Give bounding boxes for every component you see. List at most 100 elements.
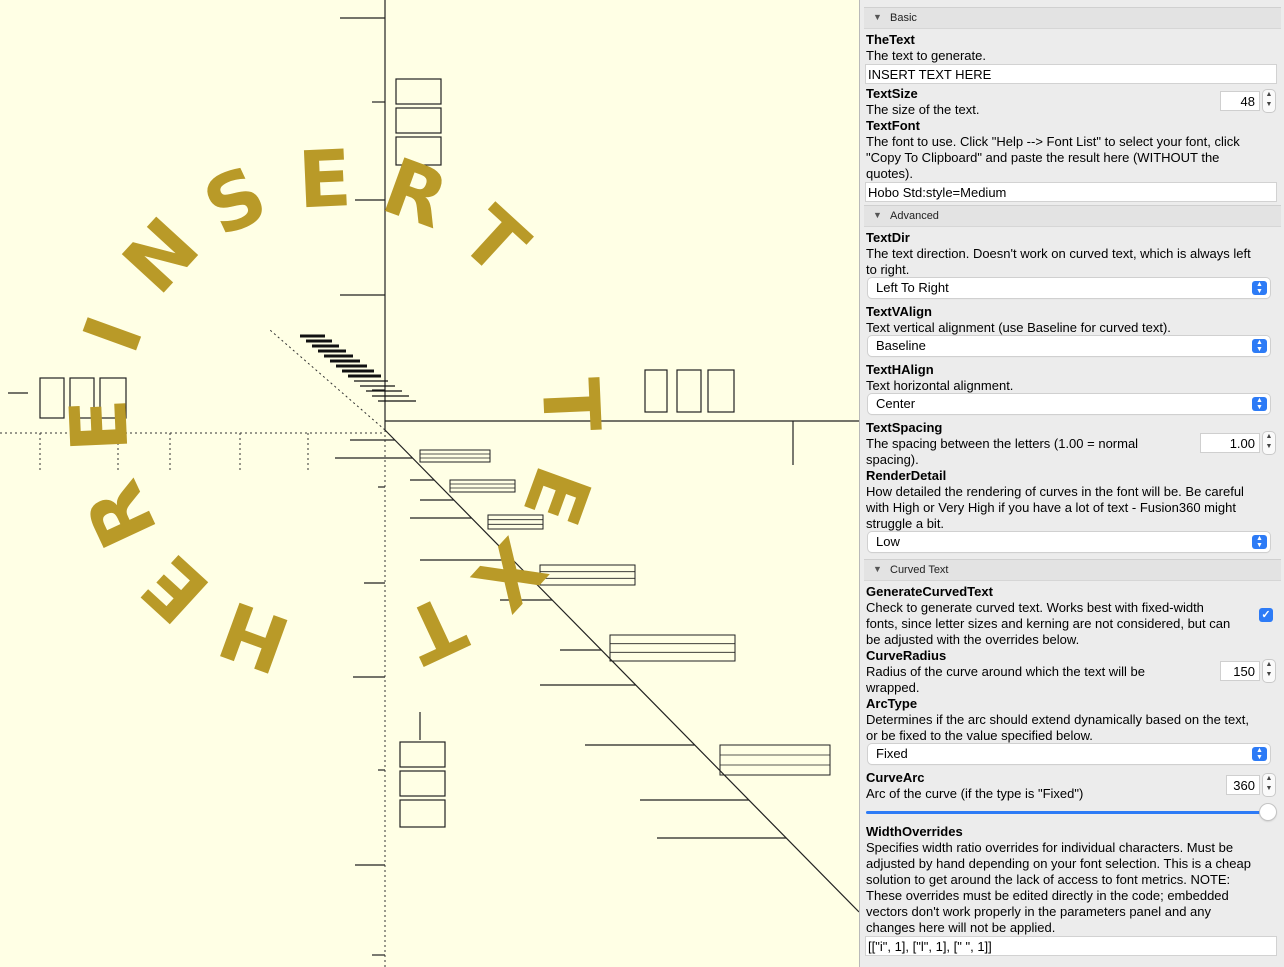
curvearc-stepper[interactable]: ▲ ▼ [1263,774,1275,796]
select-arrows-icon: ▲ ▼ [1252,281,1267,295]
param-texthalign-desc: Text horizontal alignment. [866,378,1014,393]
param-arctype-name: ArcType [866,696,918,711]
z-axis-line [384,429,859,913]
textsize-stepper[interactable]: ▲ ▼ [1263,90,1275,112]
curvearc-slider-track[interactable] [866,811,1266,814]
select-arrows-icon: ▲ ▼ [1252,397,1267,411]
textfont-input[interactable]: Hobo Std:style=Medium [865,182,1277,202]
model-letter: H [209,582,301,689]
param-widthoverrides-desc-6: changes here will not be applied. [866,920,1056,935]
model-letter: T [524,376,616,433]
axis-label-bottom-digit [399,799,446,828]
texthalign-select-value: Center [876,396,916,411]
select-arrows-icon: ▲ ▼ [1252,747,1267,761]
thetext-input[interactable]: INSERT TEXT HERE [865,64,1277,84]
model-letter: E [54,397,146,454]
collapse-triangle-icon: ▼ [873,210,882,220]
param-curvearc-name: CurveArc [866,770,925,785]
param-textspacing-desc-1: The spacing between the letters (1.00 = … [866,436,1139,451]
section-basic-header[interactable]: ▼ Basic [864,7,1281,29]
param-widthoverrides-desc-3: solution to get around the lack of acces… [866,872,1231,887]
param-textfont-name: TextFont [866,118,920,133]
textdir-select[interactable]: Left To Right ▲ ▼ [868,278,1270,298]
renderdetail-select[interactable]: Low ▲ ▼ [868,532,1270,552]
param-widthoverrides-desc-4: These overrides must be edited directly … [866,888,1229,903]
axis-label-right-digit [676,369,702,413]
select-arrows-icon: ▲ ▼ [1252,339,1267,353]
axis-label-top-digit [395,107,442,134]
model-letter: R [69,468,176,560]
param-textfont-desc-3: quotes). [866,166,913,181]
section-advanced-header[interactable]: ▼ Advanced [864,205,1281,227]
widthoverrides-input[interactable]: [["i", 1], ["l", 1], [" ", 1]] [865,936,1277,956]
viewport-scene[interactable]: INS E RTTEXTHERE [0,0,859,967]
param-renderdetail-name: RenderDetail [866,468,947,483]
model-letter: E [126,537,226,639]
textvalign-select-value: Baseline [876,338,926,353]
param-textsize-name: TextSize [866,86,918,101]
arctype-select[interactable]: Fixed ▲ ▼ [868,744,1270,764]
textspacing-input[interactable]: 1.00 [1200,433,1260,453]
section-curved-header[interactable]: ▼ Curved Text [864,559,1281,581]
wireframe-letter [449,479,516,493]
model-letter: E [296,134,353,226]
select-arrows-icon: ▲ ▼ [1252,535,1267,549]
wireframe-letter [719,744,831,776]
param-arctype-desc-1: Determines if the arc should extend dyna… [866,712,1249,727]
section-curved-label: Curved Text [890,564,949,576]
collapse-triangle-icon: ▼ [873,564,882,574]
curveradius-stepper[interactable]: ▲ ▼ [1263,660,1275,682]
param-textvalign-name: TextVAlign [866,304,932,319]
textvalign-select[interactable]: Baseline ▲ ▼ [868,336,1270,356]
param-renderdetail-desc-2: with High or Very High if you have a lot… [866,500,1236,515]
param-widthoverrides-name: WidthOverrides [866,824,963,839]
textspacing-stepper[interactable]: ▲ ▼ [1263,432,1275,454]
model-letter: S [191,149,280,254]
param-thetext-desc: The text to generate. [866,48,986,63]
axis-label-top-digit [395,78,442,105]
texthalign-select[interactable]: Center ▲ ▼ [868,394,1270,414]
param-textfont-desc-1: The font to use. Click "Help --> Font Li… [866,134,1240,149]
param-textdir-desc-1: The text direction. Doesn't work on curv… [866,246,1251,261]
param-textvalign-desc: Text vertical alignment (use Baseline fo… [866,320,1171,335]
param-generatecurved-name: GenerateCurvedText [866,584,993,599]
param-thetext-name: TheText [866,32,915,47]
param-textdir-name: TextDir [866,230,910,245]
textsize-input[interactable]: 48 [1220,91,1260,111]
renderdetail-select-value: Low [876,534,900,549]
param-renderdetail-desc-3: struggle a bit. [866,516,945,531]
param-curvearc-desc: Arc of the curve (if the type is "Fixed"… [866,786,1084,801]
param-texthalign-name: TextHAlign [866,362,934,377]
param-textspacing-desc-2: spacing). [866,452,919,467]
axis-label-right-digit [707,369,735,413]
model-letter: N [107,202,217,311]
axis-label-bottom-digit [399,741,446,768]
curvearc-input[interactable]: 360 [1226,775,1260,795]
wireframe-letter [419,449,491,463]
param-widthoverrides-desc-5: vectors don't work properly in the param… [866,904,1212,919]
param-curveradius-name: CurveRadius [866,648,947,663]
section-advanced-label: Advanced [890,210,939,222]
collapse-triangle-icon: ▼ [873,12,882,22]
section-basic-label: Basic [890,12,917,24]
axis-label-bottom-digit [399,770,446,797]
model-letter: X [455,521,562,626]
curvearc-slider-thumb[interactable] [1260,804,1276,820]
customizer-panel: ▼ Basic TheText The text to generate. IN… [859,0,1284,967]
param-arctype-desc-2: or be fixed to the value specified below… [866,728,1093,743]
param-curveradius-desc-1: Radius of the curve around which the tex… [866,664,1145,679]
wireframe-letter [609,634,736,662]
arctype-select-value: Fixed [876,746,908,761]
model-letter: I [67,306,162,364]
param-generatecurved-desc-2: fonts, since letter sizes and kerning ar… [866,616,1231,631]
param-widthoverrides-desc-2: adjusted by hand depending on your font … [866,856,1251,871]
param-textfont-desc-2: "Copy To Clipboard" and paste the result… [866,150,1220,165]
param-generatecurved-desc-1: Check to generate curved text. Works bes… [866,600,1204,615]
3d-viewport[interactable]: INSERTTEXTHERE [0,0,859,967]
curveradius-input[interactable]: 150 [1220,661,1260,681]
param-widthoverrides-desc-1: Specifies width ratio overrides for indi… [866,840,1234,855]
generatecurved-checkbox[interactable]: ✓ [1259,608,1273,622]
param-textsize-desc: The size of the text. [866,102,980,117]
param-generatecurved-desc-3: be adjusted with the overrides below. [866,632,1080,647]
axis-label-right-digit [644,369,668,413]
